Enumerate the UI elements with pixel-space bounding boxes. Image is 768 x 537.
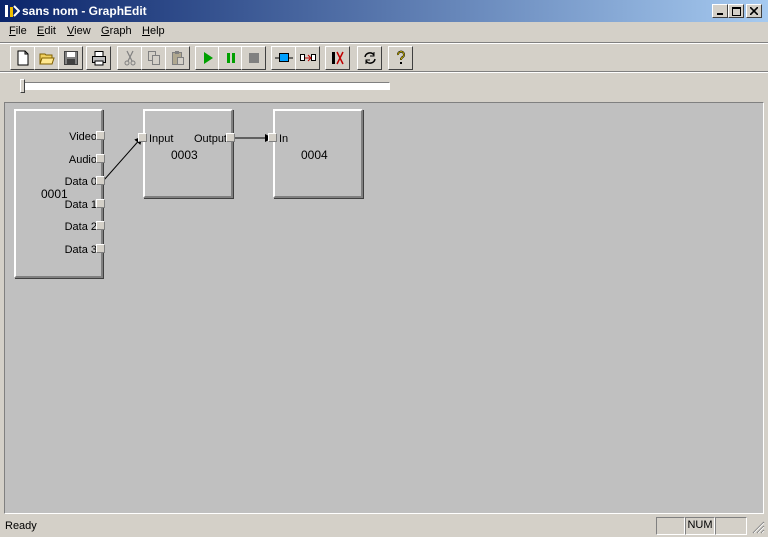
cut-button[interactable]	[117, 46, 142, 70]
output-pin-0003[interactable]	[226, 133, 235, 142]
new-file-icon	[17, 50, 28, 66]
print-button[interactable]	[86, 46, 111, 70]
render-pin-button[interactable]	[271, 46, 296, 70]
sync-clock-icon	[331, 51, 344, 65]
toolbar	[0, 44, 768, 71]
pin-label-output: Output	[193, 133, 227, 145]
status-bar: Ready NUM	[0, 516, 768, 537]
paste-button[interactable]	[165, 46, 190, 70]
seek-bar-area	[0, 74, 768, 100]
status-text: Ready	[5, 520, 37, 532]
play-icon	[203, 52, 213, 64]
refresh-button[interactable]	[357, 46, 382, 70]
pin-label-data1: Data 1	[64, 199, 97, 211]
pin-label-audio: Audio	[68, 154, 97, 166]
menu-file[interactable]: File	[9, 25, 27, 37]
output-pin-video[interactable]	[96, 131, 105, 140]
minimize-icon	[717, 13, 723, 15]
connection-0001-0003[interactable]	[103, 136, 143, 181]
connect-filters-button[interactable]	[295, 46, 320, 70]
paste-icon	[171, 51, 184, 65]
render-pin-icon	[274, 53, 293, 62]
filter-box-0001[interactable]: Video Audio Data 0 0001 Data 1 Data 2 Da…	[14, 109, 103, 278]
menu-view[interactable]: View	[67, 25, 91, 37]
pin-label-data0: Data 0	[64, 176, 97, 188]
new-button[interactable]	[10, 46, 35, 70]
output-pin-data3[interactable]	[96, 244, 105, 253]
menu-help[interactable]: Help	[142, 25, 165, 37]
menu-bar: File Edit View Graph Help	[0, 22, 768, 42]
save-icon	[63, 51, 78, 65]
output-pin-audio[interactable]	[96, 154, 105, 163]
save-button[interactable]	[58, 46, 83, 70]
pause-button[interactable]	[218, 46, 243, 70]
open-folder-icon	[38, 53, 55, 65]
pin-label-video: Video	[69, 131, 97, 143]
filter-box-0004[interactable]: In 0004	[273, 109, 363, 198]
cut-icon	[124, 50, 135, 66]
open-button[interactable]	[34, 46, 59, 70]
seek-track[interactable]	[20, 82, 390, 90]
output-pin-data1[interactable]	[96, 199, 105, 208]
connect-filters-icon	[299, 54, 316, 62]
pause-icon	[226, 53, 235, 63]
minimize-button[interactable]	[712, 4, 728, 18]
filter-id: 0004	[301, 148, 328, 162]
filter-box-0003[interactable]: Input Output 0003	[143, 109, 233, 198]
maximize-button[interactable]	[728, 4, 744, 18]
graph-canvas[interactable]: Video Audio Data 0 0001 Data 1 Data 2 Da…	[4, 102, 764, 514]
window-title: sans nom - GraphEdit	[22, 4, 147, 18]
status-panel-empty	[656, 517, 685, 535]
stop-button[interactable]	[241, 46, 266, 70]
print-icon	[91, 51, 106, 66]
pin-label-data3: Data 3	[64, 244, 97, 256]
pin-label-data2: Data 2	[64, 221, 97, 233]
stop-icon	[248, 53, 259, 63]
copy-icon	[147, 51, 160, 65]
pin-label-input: Input	[149, 133, 174, 145]
menu-graph[interactable]: Graph	[101, 25, 132, 37]
maximize-icon	[731, 6, 741, 16]
toolbar-separator	[0, 71, 768, 73]
resize-grip-icon[interactable]	[752, 521, 765, 534]
num-lock-indicator: NUM	[685, 517, 715, 535]
sync-clock-button[interactable]	[325, 46, 350, 70]
copy-button[interactable]	[141, 46, 166, 70]
title-bar[interactable]: sans nom - GraphEdit	[0, 0, 768, 22]
help-button[interactable]	[388, 46, 413, 70]
help-icon	[396, 50, 405, 64]
status-panel-empty	[715, 517, 747, 535]
menu-edit[interactable]: Edit	[37, 25, 56, 37]
play-button[interactable]	[195, 46, 220, 70]
refresh-icon	[363, 52, 376, 64]
filter-id: 0003	[171, 148, 198, 162]
pin-label-in: In	[279, 133, 289, 145]
close-icon	[750, 7, 758, 15]
output-pin-data0[interactable]	[96, 176, 105, 185]
graphedit-app-icon	[5, 5, 20, 17]
close-button[interactable]	[746, 4, 762, 18]
seek-slider-thumb[interactable]	[20, 79, 25, 93]
input-pin-0003[interactable]	[138, 133, 147, 142]
output-pin-data2[interactable]	[96, 221, 105, 230]
input-pin-0004[interactable]	[268, 133, 277, 142]
